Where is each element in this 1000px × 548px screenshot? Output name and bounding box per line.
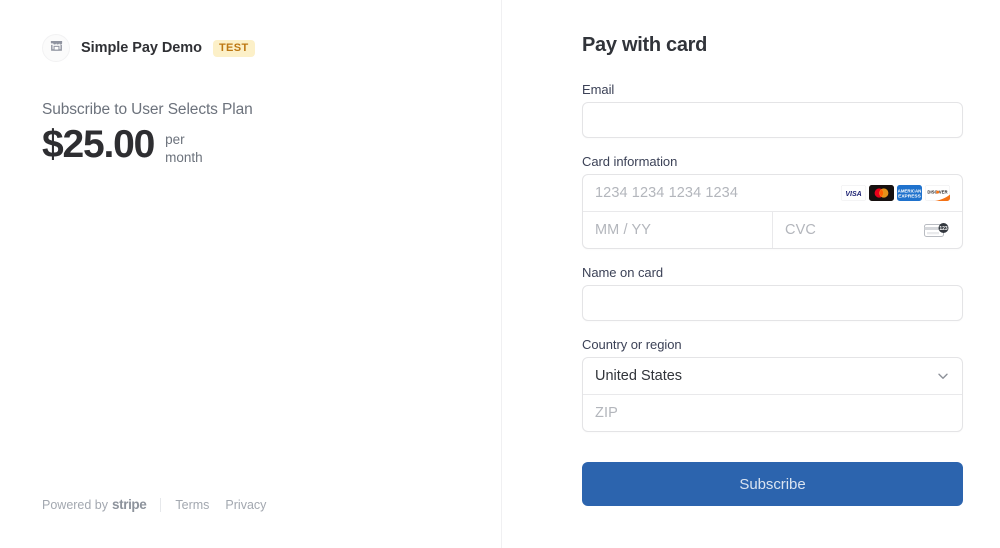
privacy-link[interactable]: Privacy [225, 498, 266, 512]
card-number-placeholder: 1234 1234 1234 1234 [595, 185, 739, 201]
chevron-down-icon [936, 369, 950, 383]
price-row: $25.00 per month [42, 123, 459, 167]
email-label: Email [582, 82, 615, 97]
card-number-row: 1234 1234 1234 1234 VISA AMERICAN EXPRES… [583, 175, 962, 211]
page-title: Pay with card [582, 34, 708, 56]
country-zip-box: United States ZIP [582, 357, 963, 432]
name-on-card-input[interactable] [582, 285, 963, 321]
merchant-name: Simple Pay Demo [81, 40, 202, 56]
mastercard-icon [869, 185, 894, 201]
card-cvc-placeholder: CVC [785, 222, 816, 238]
card-information-label: Card information [582, 154, 678, 169]
storefront-icon [49, 38, 64, 58]
price-amount: $25.00 [42, 123, 155, 166]
svg-text:123: 123 [939, 226, 948, 232]
cvc-card-icon: 123 [924, 222, 950, 239]
card-information-box: 1234 1234 1234 1234 VISA AMERICAN EXPRES… [582, 174, 963, 249]
terms-link[interactable]: Terms [175, 498, 209, 512]
card-number-input[interactable]: 1234 1234 1234 1234 VISA AMERICAN EXPRES… [583, 175, 962, 211]
zip-input[interactable]: ZIP [583, 395, 962, 431]
email-field-group: Email [582, 82, 963, 138]
svg-text:EXPRESS: EXPRESS [898, 193, 921, 199]
svg-text:AMERICAN: AMERICAN [898, 189, 922, 194]
subscribe-button[interactable]: Subscribe [582, 462, 963, 506]
powered-by-stripe[interactable]: Powered by stripe [42, 497, 147, 512]
name-on-card-label: Name on card [582, 265, 664, 280]
card-cvc-input[interactable]: CVC 123 [772, 212, 962, 248]
visa-icon: VISA [841, 185, 866, 201]
country-region-label: Country or region [582, 337, 682, 352]
card-expiry-input[interactable]: MM / YY [583, 212, 772, 248]
order-summary-panel: Simple Pay Demo TEST Subscribe to User S… [0, 0, 502, 548]
discover-icon: DISC VER [925, 185, 950, 201]
checkout-page: Simple Pay Demo TEST Subscribe to User S… [0, 0, 1000, 548]
card-expiry-cvc-row: MM / YY CVC 123 [583, 211, 962, 248]
stripe-wordmark: stripe [112, 497, 147, 512]
email-input[interactable] [582, 102, 963, 138]
summary-footer: Powered by stripe Terms Privacy [42, 497, 266, 512]
footer-links: Terms Privacy [175, 498, 266, 512]
test-mode-badge: TEST [212, 39, 255, 57]
merchant-avatar [42, 34, 70, 62]
card-information-group: Card information 1234 1234 1234 1234 VIS… [582, 154, 963, 249]
svg-text:VISA: VISA [845, 191, 861, 198]
country-row: United States [583, 358, 962, 394]
country-selected-value: United States [595, 368, 683, 384]
merchant-header: Simple Pay Demo TEST [42, 34, 459, 62]
footer-divider [160, 497, 162, 512]
zip-row: ZIP [583, 394, 962, 431]
zip-placeholder: ZIP [595, 405, 618, 421]
payment-form-panel: Pay with card Email Card information 123… [502, 0, 1000, 548]
country-region-group: Country or region United States ZIP [582, 337, 963, 432]
amex-icon: AMERICAN EXPRESS [897, 185, 922, 201]
name-on-card-group: Name on card [582, 265, 963, 321]
plan-description: Subscribe to User Selects Plan [42, 101, 253, 118]
card-expiry-placeholder: MM / YY [595, 222, 652, 238]
price-interval: per month [165, 132, 203, 165]
card-brand-icons: VISA AMERICAN EXPRESS DISC VER [841, 185, 950, 201]
country-select[interactable]: United States [583, 358, 962, 394]
powered-by-label: Powered by [42, 497, 109, 512]
